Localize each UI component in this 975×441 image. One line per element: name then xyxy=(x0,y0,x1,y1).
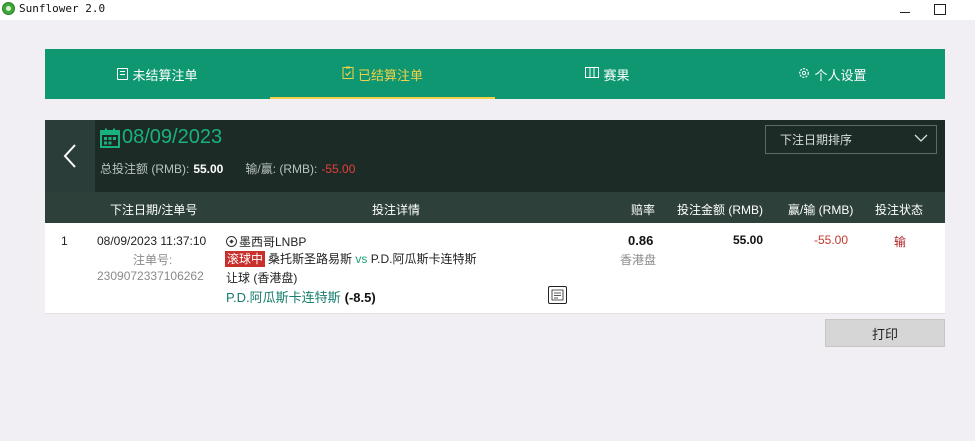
date-display: 08/09/2023 xyxy=(100,126,222,149)
print-button[interactable]: 打印 xyxy=(825,319,945,347)
row-index: 1 xyxy=(61,234,68,248)
minimize-button[interactable] xyxy=(890,0,920,18)
col-win-loss: 赢/输 (RMB) xyxy=(788,203,854,217)
ticket-number: 2309072337106262 xyxy=(97,269,204,283)
maximize-button[interactable] xyxy=(925,0,955,18)
col-stake: 投注金额 (RMB) xyxy=(677,203,763,217)
chevron-left-icon xyxy=(63,144,76,168)
total-stake-label: 总投注额 (RMB): xyxy=(100,162,190,176)
league-name: 墨西哥LNBP xyxy=(239,235,307,249)
pick-line: P.D.阿瓜斯卡连特斯 (-8.5) xyxy=(226,287,376,306)
col-bet-details: 投注详情 xyxy=(372,203,421,217)
tab-label: 未结算注单 xyxy=(132,67,198,83)
selected-date: 08/09/2023 xyxy=(122,126,223,148)
tab-label: 赛果 xyxy=(603,67,630,83)
stake-value: 55.00 xyxy=(733,233,764,247)
table-header: 下注日期/注单号 投注详情 赔率 投注金额 (RMB) 赢/输 (RMB) 投注… xyxy=(45,192,945,223)
settled-header: 08/09/2023 总投注额 (RMB): 55.00 输/赢: (RMB):… xyxy=(45,120,945,192)
ticket-label: 注单号: xyxy=(133,253,173,267)
soccer-ball-icon xyxy=(226,236,237,247)
receipt-icon[interactable] xyxy=(548,286,567,304)
tab-results[interactable]: 赛果 xyxy=(495,49,720,99)
calendar-icon xyxy=(100,128,120,148)
col-odds: 赔率 xyxy=(631,203,656,217)
league-line: 墨西哥LNBP xyxy=(226,233,306,250)
col-status: 投注状态 xyxy=(875,203,924,217)
odds-value: 0.86 xyxy=(628,233,654,248)
tab-settled-bets[interactable]: 已结算注单 xyxy=(270,49,495,99)
chevron-down-icon xyxy=(914,134,928,142)
live-badge: 滚球中 xyxy=(225,251,266,267)
clipboard-check-icon xyxy=(342,66,354,82)
document-icon xyxy=(117,68,129,80)
tab-personal-settings[interactable]: 个人设置 xyxy=(720,49,945,99)
market-type: 让球 (香港盘) xyxy=(226,271,298,285)
main-nav: 未结算注单 已结算注单 赛果 个人设置 xyxy=(45,49,945,99)
window-title: Sunflower 2.0 xyxy=(19,2,106,15)
home-team: 桑托斯圣路易斯 xyxy=(268,252,353,266)
vs-label: vs xyxy=(355,252,368,266)
tab-unsettled-bets[interactable]: 未结算注单 xyxy=(45,49,270,99)
bet-status: 输 xyxy=(894,235,907,249)
back-button[interactable] xyxy=(45,120,95,192)
gear-icon xyxy=(798,67,810,82)
col-date-ticket: 下注日期/注单号 xyxy=(110,203,198,217)
selection-handicap: (-8.5) xyxy=(344,290,376,305)
sort-order-select[interactable]: 下注日期排序 xyxy=(765,125,937,154)
selection-team: P.D.阿瓜斯卡连特斯 xyxy=(226,290,341,305)
win-loss-value: -55.00 xyxy=(321,161,356,176)
tab-label: 已结算注单 xyxy=(357,67,423,83)
grid-icon xyxy=(585,67,600,81)
bet-datetime: 08/09/2023 11:37:10 xyxy=(97,234,207,248)
win-loss-amount: -55.00 xyxy=(814,233,849,247)
totals-summary: 总投注额 (RMB): 55.00 输/赢: (RMB): -55.00 xyxy=(100,160,355,177)
away-team: P.D.阿瓜斯卡连特斯 xyxy=(370,252,477,266)
sort-select-value: 下注日期排序 xyxy=(780,133,853,147)
match-line: 滚球中 桑托斯圣路易斯 vs P.D.阿瓜斯卡连特斯 xyxy=(225,250,477,267)
title-bar: Sunflower 2.0 xyxy=(0,0,975,20)
win-loss-label: 输/赢: (RMB): xyxy=(245,162,318,176)
total-stake-value: 55.00 xyxy=(193,161,224,176)
table-row: 1 08/09/2023 11:37:10 注单号: 2309072337106… xyxy=(45,223,945,314)
app-logo-icon xyxy=(2,2,15,15)
tab-label: 个人设置 xyxy=(814,67,867,83)
odds-type: 香港盘 xyxy=(620,253,657,267)
